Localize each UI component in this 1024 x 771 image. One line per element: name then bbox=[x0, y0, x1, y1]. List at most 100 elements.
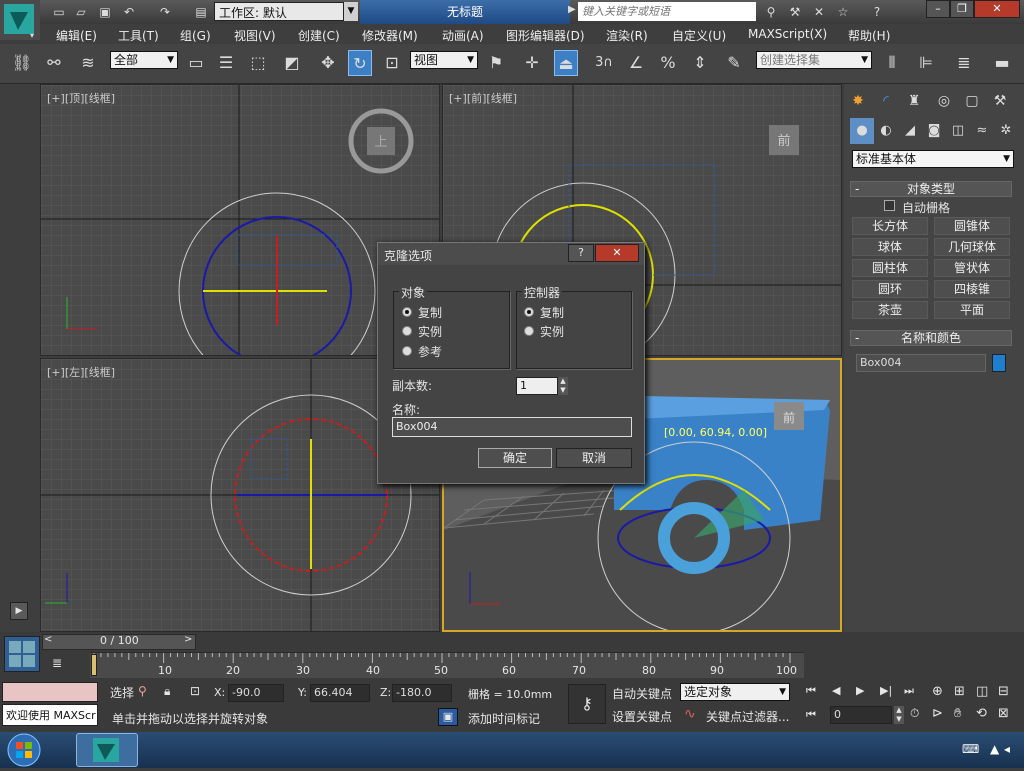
teapot-button[interactable]: 茶壶 bbox=[852, 301, 928, 319]
go-to-end-icon[interactable]: ⏭ bbox=[904, 684, 914, 698]
move-icon[interactable]: ✥ bbox=[316, 50, 340, 76]
spacewarps-icon[interactable]: ≈ bbox=[970, 118, 994, 144]
helpers-icon[interactable]: ◫ bbox=[946, 118, 970, 144]
viewport-menu-label[interactable]: [+] bbox=[47, 366, 65, 379]
plane-button[interactable]: 平面 bbox=[934, 301, 1010, 319]
menu-create[interactable]: 创建(C) bbox=[298, 27, 340, 44]
app-logo-icon[interactable]: ▾ bbox=[0, 0, 40, 40]
angle-snap-icon[interactable]: ∠ bbox=[624, 50, 648, 76]
y-coordinate-field[interactable]: 66.404 bbox=[310, 684, 370, 702]
clone-name-field[interactable]: Box004 bbox=[392, 417, 632, 437]
dialog-help-button[interactable]: ? bbox=[568, 244, 594, 262]
align-icon[interactable]: ⊫ bbox=[914, 50, 938, 76]
geometry-icon[interactable]: ● bbox=[850, 118, 874, 144]
favorites-star-icon[interactable]: ☆ bbox=[834, 4, 852, 20]
object-type-rollout[interactable]: - 对象类型 bbox=[850, 181, 1012, 197]
lock-icon[interactable]: 🔒︎ bbox=[164, 684, 170, 699]
zoom-extents-icon[interactable]: ◫ bbox=[976, 684, 988, 699]
sphere-button[interactable]: 球体 bbox=[852, 238, 928, 256]
lights-icon[interactable]: ◢ bbox=[898, 118, 922, 144]
maxscript-listener[interactable]: 欢迎使用 MAXScr bbox=[2, 704, 98, 726]
key-mode-toggle-icon[interactable]: ⏮ bbox=[806, 708, 816, 722]
redo-icon[interactable]: ↷ bbox=[156, 4, 174, 20]
edit-named-selection-icon[interactable]: ✎ bbox=[722, 50, 746, 76]
cone-button[interactable]: 圆锥体 bbox=[934, 217, 1010, 235]
binoculars-icon[interactable]: ⚲ bbox=[762, 4, 780, 20]
window-crossing-icon[interactable]: ◩ bbox=[280, 50, 304, 76]
systems-icon[interactable]: ✲ bbox=[994, 118, 1018, 144]
viewport-menu-label[interactable]: [+] bbox=[47, 92, 65, 105]
next-frame-icon[interactable]: ▶| bbox=[880, 684, 892, 697]
menu-rendering[interactable]: 渲染(R) bbox=[606, 27, 648, 44]
add-time-tag-label[interactable]: 添加时间标记 bbox=[468, 710, 540, 727]
pan-icon[interactable]: ✋︎ bbox=[954, 706, 961, 721]
auto-key-button[interactable]: 自动关键点 bbox=[612, 685, 672, 702]
bind-space-warp-icon[interactable]: ≋ bbox=[76, 50, 100, 76]
rect-selection-icon[interactable]: ⬚ bbox=[246, 50, 270, 76]
maxscript-listener-top[interactable] bbox=[2, 682, 98, 702]
tray-arrow-icon[interactable]: ▲ bbox=[990, 742, 999, 756]
create-tab-icon[interactable]: ✸ bbox=[846, 88, 870, 114]
help-icon[interactable]: ? bbox=[866, 4, 888, 20]
viewport-label[interactable]: [+][左][线框] bbox=[47, 364, 115, 380]
manipulate-icon[interactable]: ✛ bbox=[520, 50, 544, 76]
subscription-icon[interactable]: ⚒ bbox=[786, 4, 804, 20]
menu-help[interactable]: 帮助(H) bbox=[848, 27, 890, 44]
search-input[interactable] bbox=[578, 2, 756, 21]
close-button[interactable]: ✕ bbox=[974, 0, 1020, 18]
spinner-snap-icon[interactable]: ⇕ bbox=[688, 50, 712, 76]
current-frame-field[interactable]: 0 bbox=[830, 706, 892, 724]
menu-views[interactable]: 视图(V) bbox=[234, 27, 276, 44]
volume-icon[interactable]: ◂ bbox=[1004, 742, 1010, 756]
set-key-icon[interactable]: ⚷ bbox=[568, 684, 606, 724]
time-slider-next-icon[interactable]: > bbox=[184, 634, 192, 645]
graphite-toolbar-icon[interactable]: ▬ bbox=[990, 50, 1014, 76]
utilities-tab-icon[interactable]: ⚒ bbox=[988, 88, 1012, 114]
workspace-dropdown[interactable]: 工作区: 默认 bbox=[214, 2, 344, 21]
modify-tab-icon[interactable]: ◜ bbox=[874, 88, 898, 114]
taskbar-3dsmax-icon[interactable] bbox=[76, 733, 138, 767]
time-tag-icon[interactable]: ▣ bbox=[438, 708, 458, 726]
menu-customize[interactable]: 自定义(U) bbox=[672, 27, 726, 44]
chevron-down-icon[interactable]: ▼ bbox=[344, 2, 358, 21]
keyboard-shortcut-override-icon[interactable]: ⏏ bbox=[554, 50, 578, 76]
viewport-view-label[interactable]: [左] bbox=[65, 366, 85, 379]
menu-maxscript[interactable]: MAXScript(X) bbox=[748, 27, 827, 41]
viewport-menu-label[interactable]: [+] bbox=[449, 92, 467, 105]
unlink-icon[interactable]: ⚯ bbox=[42, 50, 66, 76]
viewport-layout-icon[interactable] bbox=[4, 636, 40, 672]
viewport-view-label[interactable]: [顶] bbox=[65, 92, 85, 105]
torus-button[interactable]: 圆环 bbox=[852, 280, 928, 298]
select-object-icon[interactable]: ▭ bbox=[184, 50, 208, 76]
motion-tab-icon[interactable]: ◎ bbox=[932, 88, 956, 114]
controller-instance-radio[interactable] bbox=[524, 326, 534, 336]
auto-grid-checkbox[interactable] bbox=[884, 200, 895, 211]
zoom-extents-all-icon[interactable]: ⊟ bbox=[998, 684, 1009, 699]
play-animation-icon[interactable]: ▶ bbox=[856, 684, 864, 697]
rotate-icon[interactable]: ↻ bbox=[348, 50, 372, 76]
curve-editor-icon[interactable]: ≣ bbox=[52, 656, 62, 670]
box-button[interactable]: 长方体 bbox=[852, 217, 928, 235]
mirror-icon[interactable]: ⫴ bbox=[880, 50, 904, 76]
cancel-button[interactable]: 取消 bbox=[556, 448, 632, 468]
project-folder-icon[interactable]: ▤ bbox=[192, 4, 210, 20]
menu-tools[interactable]: 工具(T) bbox=[118, 27, 159, 44]
keyboard-icon[interactable]: ⌨ bbox=[962, 742, 979, 756]
start-orb-icon[interactable] bbox=[4, 732, 44, 768]
time-config-icon[interactable]: ⏱ bbox=[910, 706, 919, 721]
menu-modifiers[interactable]: 修改器(M) bbox=[362, 27, 418, 44]
ref-coord-dropdown[interactable]: 视图 ▼ bbox=[410, 51, 478, 69]
geosphere-button[interactable]: 几何球体 bbox=[934, 238, 1010, 256]
menu-graph-editors[interactable]: 图形编辑器(D) bbox=[506, 27, 585, 44]
pivot-center-icon[interactable]: ⚑ bbox=[484, 50, 508, 76]
communication-icon[interactable]: ✕ bbox=[810, 4, 828, 20]
shapes-icon[interactable]: ◐ bbox=[874, 118, 898, 144]
z-coordinate-field[interactable]: -180.0 bbox=[392, 684, 452, 702]
new-file-icon[interactable]: ▭ bbox=[50, 4, 68, 20]
name-color-rollout[interactable]: - 名称和颜色 bbox=[850, 330, 1012, 346]
copies-spinner[interactable]: ▲ ▼ bbox=[558, 377, 568, 395]
select-by-name-icon[interactable]: ☰ bbox=[214, 50, 238, 76]
viewport-shading-label[interactable]: [线框] bbox=[84, 92, 115, 105]
zoom-all-icon[interactable]: ⊞ bbox=[954, 684, 965, 699]
percent-snap-icon[interactable]: % bbox=[656, 50, 680, 76]
